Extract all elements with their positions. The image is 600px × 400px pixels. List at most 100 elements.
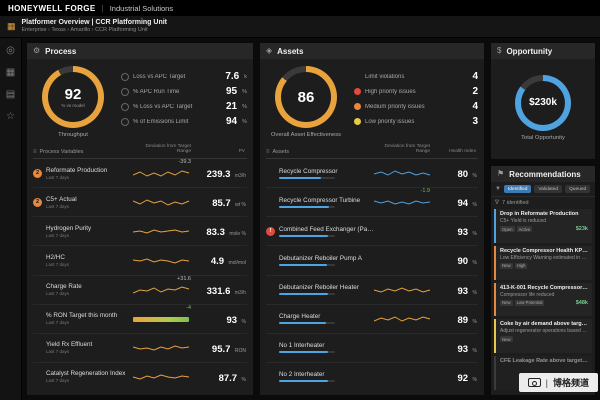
health-value: 80 — [457, 169, 469, 181]
assets-table-header: ≡ Assets Deviation from Target Range Heal… — [266, 142, 478, 160]
funnel-icon[interactable]: ∇ — [495, 199, 499, 206]
filter-queued[interactable]: Queued — [565, 185, 591, 193]
camera-icon — [527, 378, 541, 387]
table-row[interactable]: No 1 Interheater 93 % — [266, 334, 478, 363]
sparkline — [374, 287, 431, 293]
favorites-icon[interactable]: ☆ — [6, 112, 15, 122]
recommendation-subtitle: Adjust regenerator operations based on t… — [500, 328, 588, 335]
issue-row: Low priority issues 3 — [354, 114, 478, 129]
period-label: Last 7 days — [46, 349, 70, 355]
table-row[interactable]: 2 C5+ Actual Last 7 days 85.7 wt % — [33, 188, 247, 218]
table-row[interactable]: H2/HC Last 7 days 4.9 mol/mol — [33, 246, 247, 276]
watermark-divider: | — [545, 377, 548, 388]
recommendations-panel: ⚑ Recommendations ▼ Identified Validated… — [490, 165, 596, 396]
health-value: 94 — [457, 198, 469, 210]
health-bar — [279, 176, 335, 179]
recommendation-item[interactable]: 413-K-001 Recycle Compressor Temp High C… — [494, 282, 592, 317]
alarm-badge: ! — [266, 226, 275, 236]
health-value: 93 — [457, 285, 469, 297]
flag-icon: ⚑ — [497, 169, 505, 178]
table-row[interactable]: Recycle Compressor 80 % — [266, 159, 478, 189]
recommendation-item[interactable]: Coke by air demand above target | 3.21 t… — [494, 319, 592, 354]
table-row[interactable]: 2 Reformate Production Last 7 days -39.3 … — [33, 159, 247, 189]
gauge-caption: Overall Asset Effectiveness — [270, 132, 342, 138]
health-value: 89 — [457, 314, 469, 326]
recommendation-subtitle: C5+ Yield is reduced — [500, 218, 547, 224]
table-row[interactable]: No 2 Interheater 92 % — [266, 363, 478, 391]
table-row[interactable]: Charge Rate Last 7 days +31.6 331.6 m3/h — [33, 276, 247, 305]
opportunity-gauge: $230k — [515, 75, 571, 132]
filter-identified[interactable]: Identified — [503, 185, 532, 193]
pv-unit: m3/h — [234, 289, 246, 296]
recommendation-item[interactable]: Recycle Compressor Health KPI Warning Lo… — [494, 245, 592, 280]
analytics-icon[interactable]: ▤ — [6, 90, 15, 100]
process-panel-header: ⚙ Process — [27, 43, 253, 59]
watermark-text: 博格频道 — [552, 378, 589, 388]
assets-table: Recycle Compressor 80 % Recycle Compress… — [266, 159, 478, 391]
health-value: 92 — [457, 372, 469, 384]
table-row[interactable]: Yield Rx Effluent Last 7 days 95.7 RON — [33, 334, 247, 363]
pv-value: 85.7 — [212, 198, 231, 210]
recommendation-title: CFE Leakage Rate above target | 3.21 — [500, 358, 588, 365]
breadcrumb[interactable]: Enterprise › Texas › Amarillo › CCR Plat… — [22, 27, 168, 34]
apps-icon[interactable]: ▦ — [6, 68, 15, 78]
table-row[interactable]: Recycle Compressor Turbine -1.9 94 % — [266, 188, 478, 218]
table-row[interactable]: Debutanizer Reboiler Heater 93 % — [266, 276, 478, 305]
recommendation-filters: ▼ Identified Validated Queued ⋮ — [491, 182, 595, 197]
deviation-value: -4 — [186, 304, 191, 311]
pv-unit: mol/mol — [228, 260, 246, 267]
sparkline — [374, 316, 431, 322]
kebab-menu-icon[interactable]: ⋮ — [593, 186, 595, 193]
deviation-value: -1.9 — [420, 188, 430, 195]
process-table-header: ≡ Process Variables Deviation from Target… — [33, 142, 247, 160]
list-icon: ≡ — [33, 149, 37, 156]
navigator-icon[interactable]: ◎ — [6, 46, 15, 56]
recommendation-title: Drop in Reformate Production — [500, 211, 579, 217]
table-row[interactable]: ! Combined Feed Exchanger (Packinox) 93 … — [266, 217, 478, 247]
table-row[interactable]: % RON Target this month Last 7 days -4 93… — [33, 305, 247, 334]
issue-row: Limit violations 4 — [354, 69, 478, 84]
table-row[interactable]: Hydrogen Purity Last 7 days 83.3 mole % — [33, 217, 247, 247]
table-row[interactable]: Charge Heater 89 % — [266, 305, 478, 334]
variable-name: Charge Rate — [46, 283, 82, 291]
assets-panel-header: ◈ Assets — [260, 43, 484, 59]
kpi-icon — [121, 87, 129, 96]
result-count: 7 identified — [502, 199, 529, 206]
table-row[interactable]: Debutanizer Reboiler Pump A 90 % — [266, 246, 478, 276]
variable-name: H2/HC — [46, 253, 65, 261]
process-panel-title: Process — [45, 46, 77, 56]
variable-name: C5+ Actual — [46, 195, 77, 203]
filter-validated[interactable]: Validated — [534, 185, 563, 193]
linked-recs-badge — [33, 285, 42, 294]
issue-row: High priority issues 2 — [354, 84, 478, 99]
pv-unit: % — [241, 376, 246, 383]
medium-priority-icon — [354, 103, 361, 110]
alarm-badge — [266, 372, 275, 381]
gauge-value: 92 — [64, 85, 82, 103]
process-kpi-list: Loss vs APC Target 7.6 k % APC Run Time 95%… — [121, 66, 247, 132]
pv-unit: RON — [234, 347, 246, 354]
brand-divider: | — [101, 3, 104, 13]
table-row[interactable]: Catalyst Regeneration Index Last 7 days 8… — [33, 363, 247, 391]
health-bar — [279, 205, 335, 208]
recommendation-item[interactable]: Drop in Reformate Production C5+ Yield i… — [494, 209, 592, 243]
gauge-value: $230k — [529, 97, 557, 109]
period-label: Last 7 days — [46, 320, 70, 326]
status-badge: New — [500, 299, 513, 306]
column-pv: PV — [238, 149, 245, 155]
right-column: $ Opportunity $230k Total Opportunity ⚑ … — [490, 42, 596, 396]
filter-icon[interactable]: ▼ — [495, 186, 501, 192]
health-unit: % — [472, 347, 477, 354]
section-label: Assets — [272, 149, 290, 156]
app-grid-icon[interactable]: ▦ — [7, 22, 16, 31]
status-badge: New — [500, 336, 513, 343]
alarm-badge — [266, 198, 275, 207]
period-label: Last 7 days — [46, 378, 70, 384]
pv-unit: wt % — [235, 202, 246, 209]
high-priority-icon — [354, 88, 361, 95]
health-unit: % — [472, 173, 477, 180]
asset-name: Combined Feed Exchanger (Packinox) — [279, 225, 374, 233]
health-unit: % — [472, 318, 477, 325]
asset-name: Charge Heater — [279, 313, 321, 321]
process-panel: ⚙ Process 92 % vs model Throughput Loss … — [26, 42, 254, 396]
